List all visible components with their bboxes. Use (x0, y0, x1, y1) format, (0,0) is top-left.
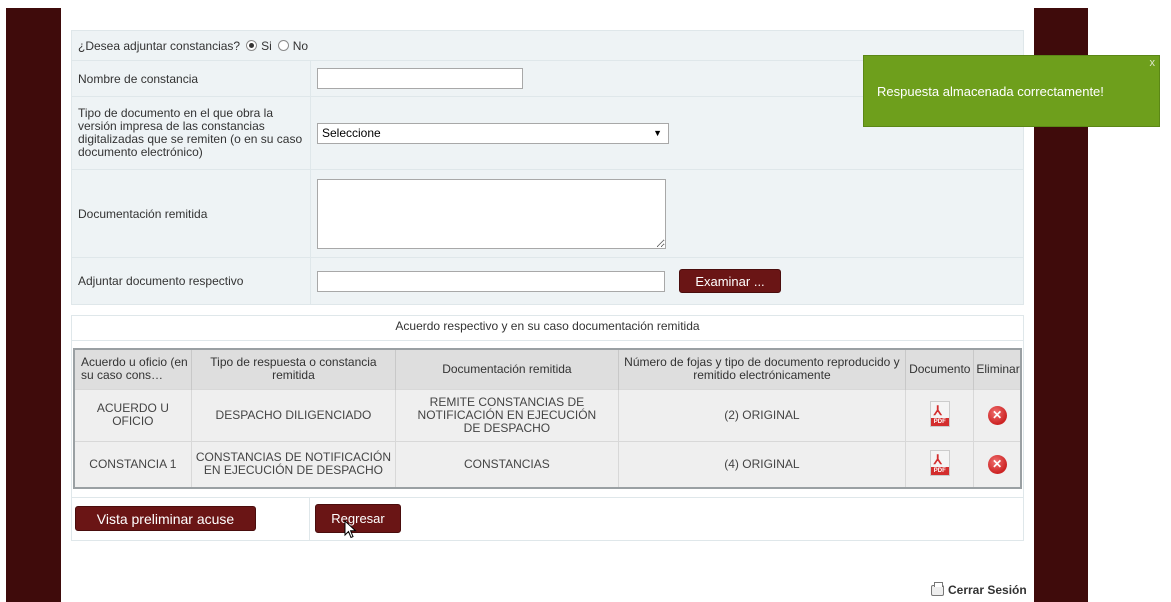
toast-message: Respuesta almacenada correctamente! (877, 83, 1104, 99)
radio-no-label[interactable]: No (293, 39, 308, 53)
header-acuerdo: Acuerdo u oficio (en su caso cons… (75, 350, 192, 389)
delete-icon[interactable]: ✕ (987, 454, 1007, 474)
cell-eliminar: ✕ (973, 388, 1020, 441)
actions-cell-left: Vista preliminar acuse (72, 498, 310, 540)
tipo-select-value: Seleccione (322, 126, 381, 140)
adjuntar-row: Adjuntar documento respectivo Examinar .… (72, 258, 1023, 304)
browse-button[interactable]: Examinar ... (679, 269, 781, 293)
attach-question-label: ¿Desea adjuntar constancias? (78, 38, 241, 53)
documents-table-box: Acuerdo respectivo y en su caso document… (71, 315, 1024, 498)
file-path-input[interactable] (317, 270, 665, 292)
delete-icon[interactable]: ✕ (987, 405, 1007, 425)
pdf-tag: PDF (930, 466, 949, 475)
tipo-select[interactable]: Seleccione ▼ (317, 122, 669, 144)
cell-acuerdo: ACUERDO U OFICIO (75, 388, 192, 441)
header-tipo: Tipo de respuesta o constancia remitida (191, 350, 397, 389)
adjuntar-cell: Examinar ... (311, 258, 1023, 304)
documents-table: Acuerdo u oficio (en su caso cons… Tipo … (75, 350, 1020, 487)
cell-eliminar: ✕ (973, 440, 1020, 487)
header-documentacion: Documentación remitida (395, 350, 619, 389)
cell-fojas: (2) ORIGINAL (618, 388, 907, 441)
adjuntar-label: Adjuntar documento respectivo (72, 258, 311, 304)
radio-yes-label[interactable]: Si (261, 39, 272, 53)
actions-row: Vista preliminar acuse Regresar (71, 498, 1024, 541)
documentacion-cell (311, 170, 1023, 257)
back-button[interactable]: Regresar (315, 504, 401, 533)
cell-documento: ⅄ PDF (905, 388, 975, 441)
radio-yes[interactable] (246, 40, 258, 51)
cell-fojas: (4) ORIGINAL (618, 440, 907, 487)
pdf-icon[interactable]: ⅄ PDF (929, 400, 950, 427)
header-documento: Documento (905, 350, 975, 389)
attach-question: ¿Desea adjuntar constancias? Si No (72, 31, 308, 60)
tipo-label: Tipo de documento en el que obra la vers… (72, 97, 311, 169)
pdf-icon[interactable]: ⅄ PDF (929, 449, 950, 476)
radio-no[interactable] (277, 40, 289, 51)
documentacion-label: Documentación remitida (72, 170, 311, 257)
cell-tipo: DESPACHO DILIGENCIADO (191, 388, 397, 441)
actions-cell-right: Regresar (310, 498, 1023, 540)
documents-table-frame: Acuerdo u oficio (en su caso cons… Tipo … (73, 348, 1022, 489)
left-border-band (6, 8, 61, 602)
table-row: CONSTANCIA 1 CONSTANCIAS DE NOTIFICACIÓN… (75, 440, 1020, 487)
table-caption: Acuerdo respectivo y en su caso document… (72, 316, 1023, 341)
cell-documento: ⅄ PDF (905, 440, 975, 487)
documentacion-textarea[interactable] (317, 178, 666, 249)
cell-documentacion: REMITE CONSTANCIAS DE NOTIFICACIÓN EN EJ… (395, 388, 619, 441)
cell-documentacion: CONSTANCIAS (395, 440, 619, 487)
mouse-cursor-icon (344, 520, 357, 539)
nombre-input[interactable] (317, 68, 523, 89)
nombre-label: Nombre de constancia (72, 61, 311, 96)
header-eliminar: Eliminar (973, 350, 1020, 389)
toast-close-icon[interactable]: x (1150, 57, 1156, 69)
logout-link[interactable]: Cerrar Sesión (931, 581, 1027, 597)
header-fojas: Número de fojas y tipo de documento repr… (618, 350, 907, 389)
preview-button[interactable]: Vista preliminar acuse (75, 506, 256, 531)
documentacion-row: Documentación remitida (72, 170, 1023, 258)
table-row: ACUERDO U OFICIO DESPACHO DILIGENCIADO R… (75, 388, 1020, 441)
logout-label[interactable]: Cerrar Sesión (948, 583, 1027, 597)
printer-icon (931, 581, 944, 596)
cell-tipo: CONSTANCIAS DE NOTIFICACIÓN EN EJECUCIÓN… (191, 440, 397, 487)
dropdown-arrow-icon: ▼ (653, 128, 662, 138)
cell-acuerdo: CONSTANCIA 1 (75, 440, 192, 487)
table-header-row: Acuerdo u oficio (en su caso cons… Tipo … (75, 350, 1020, 389)
success-toast: Respuesta almacenada correctamente! x (863, 55, 1160, 127)
pdf-tag: PDF (930, 417, 949, 426)
